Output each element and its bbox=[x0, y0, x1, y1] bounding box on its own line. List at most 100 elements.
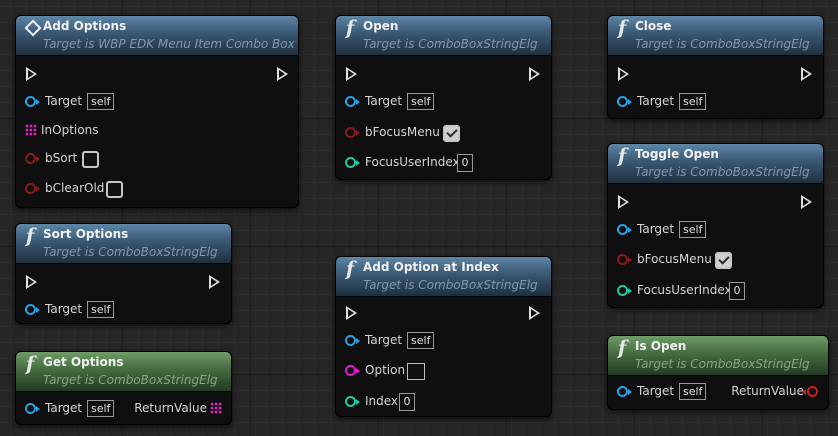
node-title: Add Options bbox=[43, 19, 127, 33]
target-label: Target bbox=[365, 94, 403, 108]
target-label: Target bbox=[637, 94, 675, 108]
node-header[interactable]: f Sort Options Target is ComboBoxStringE… bbox=[16, 224, 231, 264]
node-title: Add Option at Index bbox=[363, 260, 499, 274]
focus-user-index-label: FocusUserIndex bbox=[365, 155, 460, 169]
node-subtitle: Target is ComboBoxStringElg bbox=[635, 165, 810, 179]
node-close[interactable]: f Close Target is ComboBoxStringElg Targ… bbox=[607, 15, 824, 119]
exec-in-pin-icon[interactable] bbox=[618, 195, 629, 209]
f-function-icon: f bbox=[346, 17, 355, 39]
target-self-field[interactable]: self bbox=[679, 383, 707, 400]
target-pin-icon[interactable] bbox=[25, 304, 40, 315]
node-sort-options[interactable]: f Sort Options Target is ComboBoxStringE… bbox=[15, 223, 232, 324]
target-pin-icon[interactable] bbox=[617, 96, 632, 107]
exec-in-pin-icon[interactable] bbox=[26, 275, 37, 289]
target-self-field[interactable]: self bbox=[87, 301, 115, 318]
exec-out-pin-icon[interactable] bbox=[277, 67, 288, 81]
node-title: Toggle Open bbox=[635, 147, 719, 161]
node-subtitle: Target is ComboBoxStringElg bbox=[43, 373, 218, 387]
node-subtitle: Target is ComboBoxStringElg bbox=[43, 245, 218, 259]
target-self-field[interactable]: self bbox=[679, 93, 707, 110]
target-label: Target bbox=[365, 333, 403, 347]
node-add-options[interactable]: Add Options Target is WBP EDK Menu Item … bbox=[15, 15, 299, 208]
focus-user-index-field[interactable]: 0 bbox=[729, 282, 745, 300]
target-pin-icon[interactable] bbox=[345, 96, 360, 107]
array-pin-icon[interactable] bbox=[25, 124, 37, 136]
target-label: Target bbox=[637, 222, 675, 236]
b-sort-pin-icon[interactable] bbox=[25, 153, 40, 164]
target-label: Target bbox=[45, 302, 83, 316]
node-title: Close bbox=[635, 19, 672, 33]
index-field[interactable]: 0 bbox=[399, 393, 415, 411]
exec-in-pin-icon[interactable] bbox=[346, 67, 357, 81]
node-toggle-open[interactable]: f Toggle Open Target is ComboBoxStringEl… bbox=[607, 143, 824, 308]
b-focus-menu-checkbox[interactable] bbox=[715, 252, 732, 269]
node-title: Is Open bbox=[635, 339, 687, 353]
node-header[interactable]: f Is Open Target is ComboBoxStringElg bbox=[608, 336, 828, 376]
b-sort-checkbox[interactable] bbox=[82, 151, 99, 168]
node-subtitle: Target is ComboBoxStringElg bbox=[363, 278, 538, 292]
b-clear-old-label: bClearOld bbox=[45, 181, 105, 195]
node-subtitle: Target is ComboBoxStringElg bbox=[635, 357, 810, 371]
target-self-field[interactable]: self bbox=[679, 221, 707, 238]
f-function-icon: f bbox=[618, 145, 627, 167]
focus-user-index-label: FocusUserIndex bbox=[637, 283, 732, 297]
node-header[interactable]: Add Options Target is WBP EDK Menu Item … bbox=[16, 16, 298, 56]
in-options-label: InOptions bbox=[41, 123, 99, 137]
node-header[interactable]: f Add Option at Index Target is ComboBox… bbox=[336, 257, 551, 297]
node-header[interactable]: f Get Options Target is ComboBoxStringEl… bbox=[16, 352, 231, 392]
b-clear-old-checkbox[interactable] bbox=[106, 181, 123, 198]
target-label: Target bbox=[45, 401, 83, 415]
focus-user-index-pin-icon[interactable] bbox=[345, 157, 360, 168]
node-add-option-at-index[interactable]: f Add Option at Index Target is ComboBox… bbox=[335, 256, 552, 417]
option-label: Option bbox=[365, 363, 406, 377]
b-focus-menu-checkbox[interactable] bbox=[443, 125, 460, 142]
b-focus-menu-label: bFocusMenu bbox=[637, 252, 712, 266]
index-label: Index bbox=[365, 394, 399, 408]
focus-user-index-pin-icon[interactable] bbox=[617, 285, 632, 296]
focus-user-index-field[interactable]: 0 bbox=[457, 154, 473, 172]
exec-in-pin-icon[interactable] bbox=[26, 67, 37, 81]
exec-out-pin-icon[interactable] bbox=[529, 306, 540, 320]
return-value-label: ReturnValue bbox=[731, 384, 804, 398]
f-function-icon: f bbox=[26, 225, 35, 247]
target-self-field[interactable]: self bbox=[407, 332, 435, 349]
b-clear-old-pin-icon[interactable] bbox=[25, 183, 40, 194]
node-is-open[interactable]: f Is Open Target is ComboBoxStringElg Ta… bbox=[607, 335, 829, 410]
node-subtitle: Target is ComboBoxStringElg bbox=[635, 37, 810, 51]
node-subtitle: Target is ComboBoxStringElg bbox=[363, 37, 538, 51]
node-header[interactable]: f Open Target is ComboBoxStringElg bbox=[336, 16, 551, 56]
node-header[interactable]: f Close Target is ComboBoxStringElg bbox=[608, 16, 823, 56]
target-self-field[interactable]: self bbox=[87, 400, 115, 417]
exec-in-pin-icon[interactable] bbox=[618, 67, 629, 81]
target-pin-icon[interactable] bbox=[25, 403, 40, 414]
exec-out-pin-icon[interactable] bbox=[529, 67, 540, 81]
b-focus-menu-pin-icon[interactable] bbox=[345, 127, 360, 138]
target-pin-icon[interactable] bbox=[617, 224, 632, 235]
node-open[interactable]: f Open Target is ComboBoxStringElg Targe… bbox=[335, 15, 552, 180]
target-pin-icon[interactable] bbox=[617, 386, 632, 397]
target-pin-icon[interactable] bbox=[25, 96, 40, 107]
f-function-icon: f bbox=[26, 353, 35, 375]
return-value-label: ReturnValue bbox=[134, 401, 207, 415]
exec-out-pin-icon[interactable] bbox=[209, 275, 220, 289]
return-value-pin-icon[interactable] bbox=[802, 386, 818, 397]
target-pin-icon[interactable] bbox=[345, 335, 360, 346]
target-self-field[interactable]: self bbox=[87, 93, 115, 110]
array-pin-icon[interactable] bbox=[210, 402, 222, 414]
option-text-field[interactable] bbox=[407, 363, 425, 380]
node-title: Open bbox=[363, 19, 399, 33]
exec-out-pin-icon[interactable] bbox=[801, 195, 812, 209]
option-pin-icon[interactable] bbox=[345, 365, 360, 376]
f-function-icon: f bbox=[618, 17, 627, 39]
exec-in-pin-icon[interactable] bbox=[346, 306, 357, 320]
b-focus-menu-pin-icon[interactable] bbox=[617, 254, 632, 265]
exec-out-pin-icon[interactable] bbox=[801, 67, 812, 81]
target-label: Target bbox=[637, 384, 675, 398]
index-pin-icon[interactable] bbox=[345, 396, 360, 407]
node-get-options[interactable]: f Get Options Target is ComboBoxStringEl… bbox=[15, 351, 232, 425]
f-function-icon: f bbox=[618, 337, 627, 359]
target-self-field[interactable]: self bbox=[407, 93, 435, 110]
node-header[interactable]: f Toggle Open Target is ComboBoxStringEl… bbox=[608, 144, 823, 184]
node-title: Sort Options bbox=[43, 227, 129, 241]
node-title: Get Options bbox=[43, 355, 124, 369]
